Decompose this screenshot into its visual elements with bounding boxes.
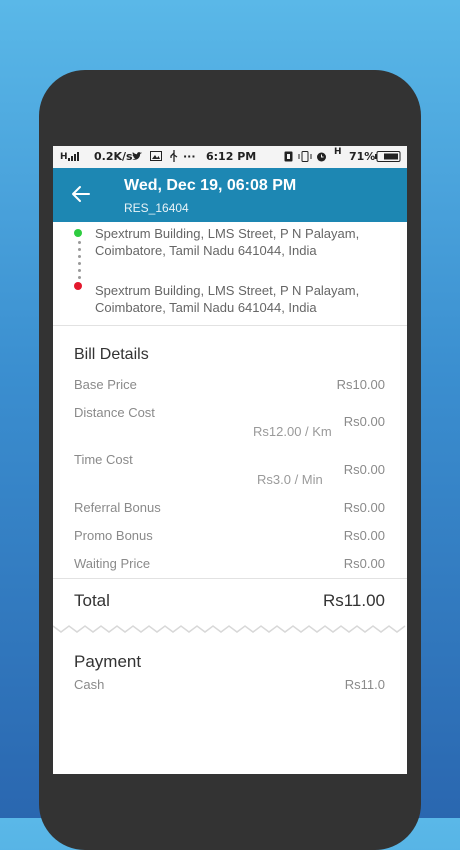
bill-row-label: Time Cost: [74, 452, 133, 467]
route-divider: [53, 325, 407, 326]
bill-row-value: Rs0.00: [343, 556, 385, 571]
clock-time: 6:12 PM: [206, 150, 257, 163]
status-bar: H 0.2K/s ··· 6:12 PM H 71%: [53, 146, 407, 168]
time-rate: Rs3.0 / Min: [257, 472, 323, 487]
signal-bars-icon: [68, 151, 82, 164]
twitter-icon: [131, 150, 143, 165]
bill-row-value: Rs10.00: [336, 377, 385, 392]
notification-icon: [284, 151, 293, 165]
bill-row-label: Waiting Price: [74, 556, 151, 571]
total-label: Total: [74, 591, 110, 610]
battery-icon: [375, 151, 401, 165]
drop-address: Spextrum Building, LMS Street, P N Palay…: [95, 283, 360, 315]
bill-row-value: Rs0.00: [343, 500, 385, 515]
total-divider: [53, 578, 407, 579]
total-amount: Rs11.00: [322, 591, 385, 610]
more-notifications-icon: ···: [183, 150, 196, 163]
ride-id: RES_16404: [124, 201, 189, 215]
pickup-address: Spextrum Building, LMS Street, P N Palay…: [95, 226, 360, 258]
distance-rate: Rs12.00 / Km: [253, 424, 332, 439]
bill-row-value: Rs0.00: [343, 528, 385, 543]
image-icon: [150, 150, 162, 165]
bill-row-value: Rs0.00: [343, 414, 385, 429]
pickup-dot-icon: [74, 229, 82, 237]
bill-row-label: Referral Bonus: [74, 500, 161, 515]
network-type: H: [334, 147, 342, 157]
app-screen: H 0.2K/s ··· 6:12 PM H 71% Wed, Dec 19, …: [53, 146, 407, 774]
bill-row-label: Promo Bonus: [74, 528, 153, 543]
back-arrow-icon[interactable]: [69, 182, 93, 206]
vibrate-icon: [298, 151, 312, 165]
bill-row-value: Rs0.00: [343, 462, 385, 477]
bill-row-label: Base Price: [74, 377, 137, 392]
payment-title: Payment: [74, 652, 142, 671]
battery-percent: 71%: [349, 150, 376, 163]
payment-method: Cash: [74, 677, 105, 692]
bill-row-label: Distance Cost: [74, 405, 155, 420]
ride-date-title: Wed, Dec 19, 06:08 PM: [124, 177, 297, 194]
alarm-icon: [316, 151, 327, 165]
network-speed: 0.2K/s: [94, 150, 133, 163]
bill-details-title: Bill Details: [74, 346, 149, 363]
receipt-zigzag-edge: [53, 625, 406, 633]
payment-amount: Rs11.0: [344, 677, 385, 692]
app-bar: Wed, Dec 19, 06:08 PM RES_16404: [53, 168, 407, 222]
drop-dot-icon: [74, 282, 82, 290]
signal-type: H: [60, 152, 68, 162]
usb-icon: [169, 150, 179, 165]
